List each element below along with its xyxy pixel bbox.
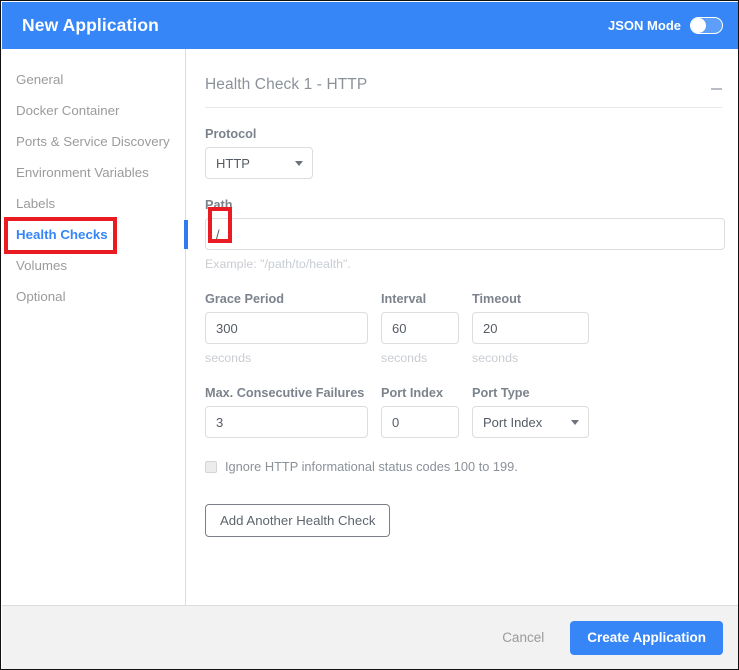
header-actions: JSON Mode (608, 17, 723, 34)
port-type-select[interactable]: Port Index (472, 406, 589, 438)
max-failures-input[interactable]: 3 (205, 406, 368, 438)
path-label: Path (205, 198, 233, 212)
timeout-value: 20 (483, 320, 498, 336)
ignore-informational-label: Ignore HTTP informational status codes 1… (225, 459, 518, 474)
chevron-down-icon (571, 419, 579, 425)
port-index-label: Port Index (381, 386, 444, 400)
sidebar-item-optional[interactable]: Optional (2, 281, 185, 312)
grace-period-label: Grace Period (205, 292, 284, 306)
sidebar-item-volumes[interactable]: Volumes (2, 250, 185, 281)
port-index-value: 0 (392, 414, 400, 430)
create-application-button[interactable]: Create Application (570, 620, 723, 655)
path-input-value: / (216, 226, 220, 242)
json-mode-toggle[interactable] (690, 17, 723, 34)
sidebar-item-label: Docker Container (16, 103, 120, 118)
toggle-knob (691, 18, 706, 33)
interval-unit: seconds (381, 351, 428, 365)
grace-period-input[interactable]: 300 (205, 312, 368, 344)
sidebar-item-label: Health Checks (16, 227, 108, 242)
sidebar-item-label: Ports & Service Discovery (16, 134, 170, 149)
grace-period-unit: seconds (205, 351, 252, 365)
sidebar-item-ports-service-discovery[interactable]: Ports & Service Discovery (2, 126, 185, 157)
section-header: Health Check 1 - HTTP (205, 76, 722, 108)
path-helper-text: Example: "/path/to/health". (205, 257, 351, 271)
ignore-informational-row[interactable]: Ignore HTTP informational status codes 1… (205, 459, 722, 474)
sidebar-item-label: Volumes (16, 258, 67, 273)
sidebar-item-label: Labels (16, 196, 56, 211)
port-labels-row: Max. Consecutive Failures Port Index Por… (205, 365, 722, 406)
protocol-label: Protocol (205, 127, 257, 141)
port-type-label: Port Type (472, 386, 530, 400)
health-checks-panel: Health Check 1 - HTTP Protocol HTTP Path… (187, 49, 738, 605)
dialog-footer: Cancel Create Application (2, 605, 738, 669)
timeout-unit: seconds (472, 351, 519, 365)
new-application-dialog: New Application JSON Mode General Docker… (0, 0, 739, 670)
sidebar-item-environment-variables[interactable]: Environment Variables (2, 157, 185, 188)
chevron-down-icon (295, 160, 303, 166)
max-failures-value: 3 (216, 414, 224, 430)
timing-inputs-row: 300 seconds 60 seconds 20 seconds (205, 312, 722, 365)
sidebar-item-labels[interactable]: Labels (2, 188, 185, 219)
sidebar-item-health-checks[interactable]: Health Checks (2, 219, 188, 250)
port-type-value: Port Index (483, 414, 543, 430)
ignore-informational-checkbox[interactable] (205, 460, 217, 473)
path-input[interactable]: / (205, 218, 725, 250)
minus-icon[interactable] (711, 88, 722, 90)
sidebar-item-label: Environment Variables (16, 165, 149, 180)
json-mode-label: JSON Mode (608, 18, 681, 33)
interval-value: 60 (392, 320, 407, 336)
sidebar-item-label: Optional (16, 289, 66, 304)
interval-input[interactable]: 60 (381, 312, 459, 344)
port-inputs-row: 3 0 Port Index (205, 406, 722, 438)
interval-label: Interval (381, 292, 427, 306)
section-title: Health Check 1 - HTTP (205, 76, 368, 93)
dialog-body: General Docker Container Ports & Service… (2, 49, 738, 605)
sidebar-item-docker-container[interactable]: Docker Container (2, 95, 185, 126)
add-another-health-check-button[interactable]: Add Another Health Check (205, 504, 391, 537)
dialog-header: New Application JSON Mode (2, 2, 738, 49)
port-index-input[interactable]: 0 (381, 406, 459, 438)
protocol-select[interactable]: HTTP (205, 147, 313, 179)
timeout-input[interactable]: 20 (472, 312, 589, 344)
timing-labels-row: Grace Period Interval Timeout (205, 271, 722, 312)
sidebar-item-general[interactable]: General (2, 64, 185, 95)
sidebar-nav: General Docker Container Ports & Service… (2, 49, 188, 605)
max-failures-label: Max. Consecutive Failures (205, 386, 365, 400)
protocol-value: HTTP (216, 155, 250, 171)
sidebar-item-label: General (16, 72, 64, 87)
timeout-label: Timeout (472, 292, 522, 306)
grace-period-value: 300 (216, 320, 238, 336)
page-title: New Application (22, 15, 159, 35)
cancel-button[interactable]: Cancel (496, 629, 550, 646)
